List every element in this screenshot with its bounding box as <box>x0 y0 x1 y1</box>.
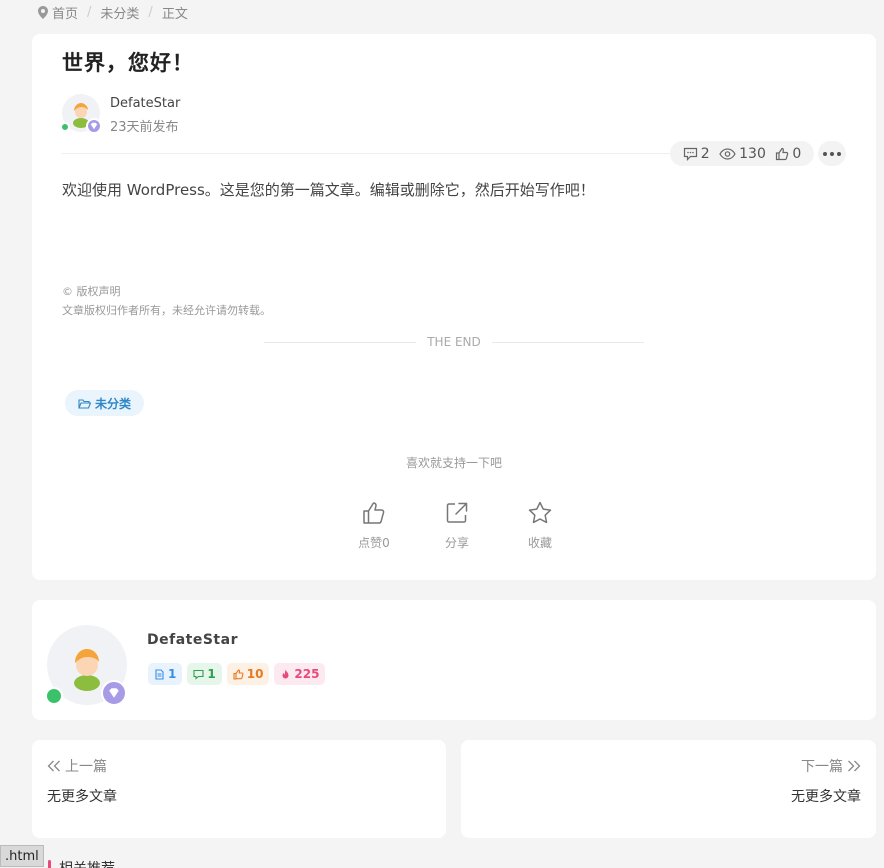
section-accent-bar <box>48 860 51 868</box>
like-label: 点赞0 <box>358 536 390 550</box>
favorite-label: 收藏 <box>527 536 552 550</box>
related-title: 相关推荐 <box>59 858 115 868</box>
page-title: 世界，您好！ <box>62 51 194 75</box>
document-icon <box>155 668 164 680</box>
prev-post-card[interactable]: 上一篇 无更多文章 <box>32 740 446 838</box>
category-tag[interactable]: 未分类 <box>65 390 145 416</box>
share-button[interactable]: 分享 <box>425 500 489 551</box>
next-post-header: 下一篇 <box>801 756 861 776</box>
thumbs-up-icon <box>233 668 244 680</box>
double-chevron-right-icon <box>848 760 861 772</box>
copyright-text: 文章版权归作者所有，未经允许请勿转载。 <box>62 304 271 317</box>
support-text: 喜欢就支持一下吧 <box>405 456 502 470</box>
share-label: 分享 <box>444 536 469 550</box>
author-card: DefateStar 1 1 10 225 <box>32 600 876 720</box>
article-card: 世界，您好！ DefateStar 23天前发布 2 130 0 欢迎使用 Wo… <box>32 34 876 580</box>
fire-icon <box>282 669 289 678</box>
the-end-line <box>491 341 644 343</box>
thumbs-up-icon <box>776 147 789 160</box>
vip-gem-icon <box>86 118 102 134</box>
prev-post-label: 上一篇 <box>65 759 107 775</box>
location-pin-icon <box>38 5 48 19</box>
the-end-divider: THE END <box>264 334 644 350</box>
article-content: 欢迎使用 WordPress。这是您的第一篇文章。编辑或删除它，然后开始写作吧！ <box>62 181 595 199</box>
breadcrumb-category[interactable]: 未分类 <box>100 3 139 22</box>
comment-icon <box>683 147 697 161</box>
prev-post-header: 上一篇 <box>47 756 107 776</box>
related-section-header: 相关推荐 <box>48 858 115 868</box>
author-card-avatar[interactable] <box>45 625 127 706</box>
status-filename: .html <box>0 845 44 867</box>
star-icon <box>528 501 552 524</box>
next-post-title: 无更多文章 <box>791 789 861 805</box>
next-post-card[interactable]: 下一篇 无更多文章 <box>461 740 876 838</box>
breadcrumb-current: 正文 <box>161 6 188 22</box>
online-status-dot <box>60 122 70 132</box>
category-tag-label: 未分类 <box>95 396 132 411</box>
comment-count[interactable]: 2 <box>683 146 710 162</box>
like-count[interactable]: 0 <box>775 146 801 162</box>
more-dot <box>837 151 841 156</box>
vip-gem-icon <box>101 680 127 706</box>
breadcrumb-separator: / <box>87 4 92 20</box>
author-name[interactable]: DefateStar <box>110 96 180 111</box>
breadcrumb: 首页 / 未分类 / 正文 <box>38 2 188 22</box>
divider <box>62 153 702 154</box>
next-post-label: 下一篇 <box>801 759 843 775</box>
more-options-button[interactable] <box>818 141 846 166</box>
favorite-button[interactable]: 收藏 <box>508 500 572 551</box>
breadcrumb-home[interactable]: 首页 <box>52 3 78 22</box>
author-avatar[interactable] <box>60 94 102 134</box>
eye-icon <box>719 147 736 160</box>
breadcrumb-separator: / <box>148 4 153 20</box>
share-icon <box>446 502 468 523</box>
view-count: 130 <box>719 146 766 162</box>
the-end-line <box>264 341 417 343</box>
folder-open-icon <box>78 398 91 409</box>
publish-time: 23天前发布 <box>110 120 179 135</box>
like-button[interactable]: 点赞0 <box>342 500 406 551</box>
more-dot <box>823 151 827 156</box>
copyright-title: © 版权声明 <box>62 285 121 298</box>
hot-badge: 225 <box>274 663 326 685</box>
posts-badge: 1 <box>148 663 183 685</box>
the-end-text: THE END <box>427 335 481 349</box>
post-actions: 点赞0 分享 收藏 <box>342 500 572 551</box>
double-chevron-left-icon <box>47 760 60 772</box>
comment-icon <box>193 669 204 680</box>
thumbs-up-icon <box>363 502 385 524</box>
author-stats: 1 1 10 225 <box>148 663 326 685</box>
likes-badge: 10 <box>226 663 270 685</box>
prev-post-title: 无更多文章 <box>47 789 117 805</box>
author-card-name[interactable]: DefateStar <box>147 632 238 648</box>
more-dot <box>830 151 834 156</box>
comments-badge: 1 <box>187 663 222 685</box>
online-status-dot <box>45 687 63 705</box>
post-meta: 2 130 0 <box>670 141 814 166</box>
